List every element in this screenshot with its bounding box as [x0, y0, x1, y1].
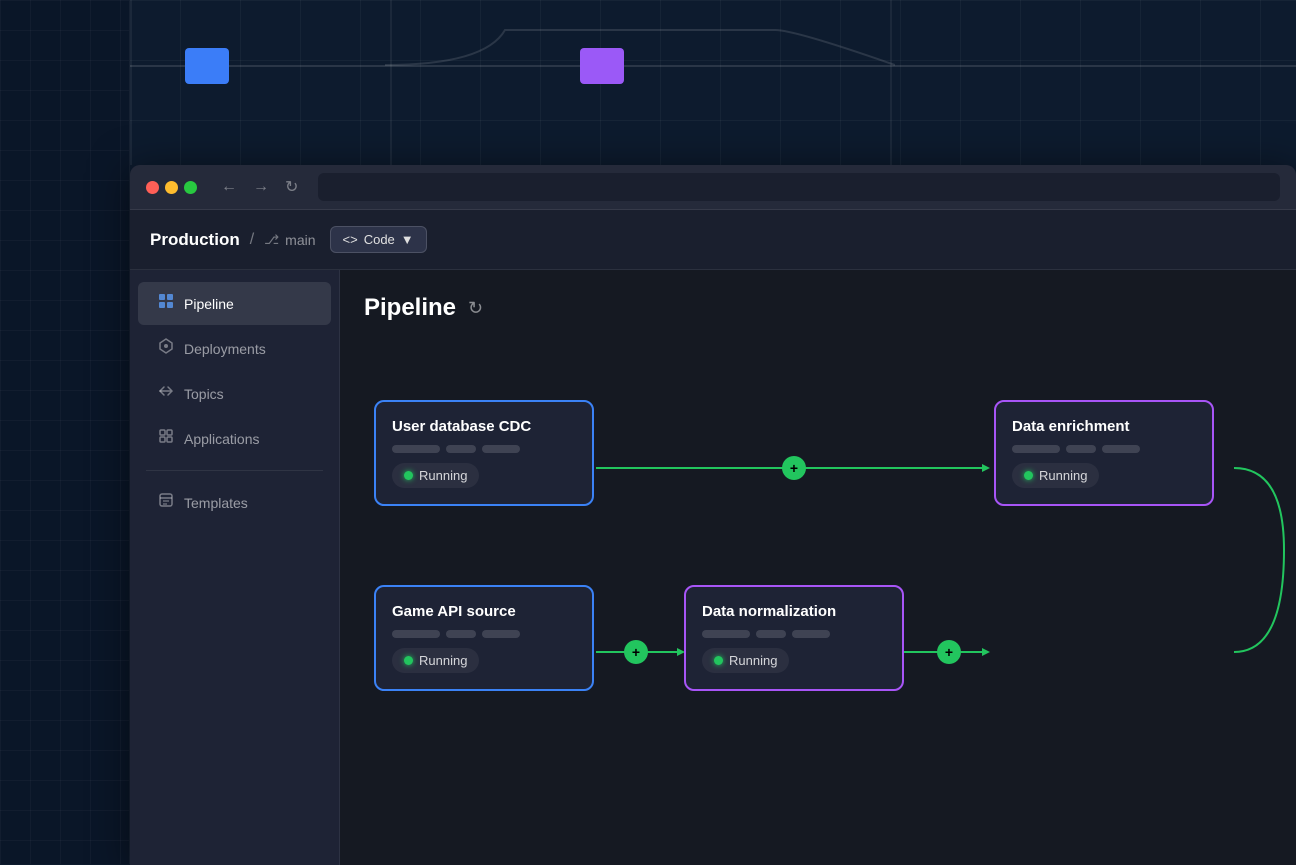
branch-indicator: ⎇ main: [264, 232, 315, 248]
tag-2: [446, 630, 476, 638]
tag-2: [446, 445, 476, 453]
node-game-api-source[interactable]: Game API source Running: [374, 585, 594, 691]
status-dot: [404, 656, 413, 665]
status-text: Running: [1039, 468, 1087, 483]
sidebar-item-deployments[interactable]: Deployments: [138, 327, 331, 370]
status-text: Running: [419, 653, 467, 668]
browser-chrome: ← → ↻: [130, 165, 1296, 210]
sidebar-item-applications[interactable]: Applications: [138, 417, 331, 460]
applications-icon: [158, 428, 174, 449]
tag-1: [392, 445, 440, 453]
top-bar: Production / ⎇ main <> Code ▼: [130, 210, 1296, 270]
address-bar[interactable]: [318, 173, 1280, 201]
status-text: Running: [729, 653, 777, 668]
refresh-button[interactable]: ↻: [468, 298, 483, 319]
status-dot: [1024, 471, 1033, 480]
traffic-lights: [146, 181, 197, 194]
main-content: Pipeline ↻ + +: [340, 270, 1296, 865]
tag-2: [756, 630, 786, 638]
sidebar-item-pipeline[interactable]: Pipeline: [138, 282, 331, 325]
node-title: Game API source: [392, 603, 576, 620]
topics-icon: [158, 383, 174, 404]
tag-2: [1066, 445, 1096, 453]
browser-window: ← → ↻ Production / ⎇ main <> Code ▼: [130, 165, 1296, 865]
add-connector-button-2[interactable]: +: [624, 640, 648, 664]
tag-1: [1012, 445, 1060, 453]
forward-button[interactable]: →: [249, 174, 273, 200]
node-status: Running: [392, 463, 479, 488]
branch-name: main: [285, 232, 315, 248]
background-decoration: [0, 0, 1296, 165]
node-title: Data normalization: [702, 603, 886, 620]
left-sidebar-strip: [0, 0, 130, 864]
tag-1: [392, 630, 440, 638]
node-user-database-cdc[interactable]: User database CDC Running: [374, 400, 594, 506]
node-status: Running: [1012, 463, 1099, 488]
code-icon: <>: [343, 232, 358, 247]
node-tags: [1012, 445, 1196, 453]
code-label: Code: [364, 232, 395, 247]
sidebar: Pipeline Deployments Topics: [130, 270, 340, 865]
add-connector-button-1[interactable]: +: [782, 456, 806, 480]
pipeline-icon: [158, 293, 174, 314]
tag-3: [1102, 445, 1140, 453]
node-tags: [392, 445, 576, 453]
sidebar-item-label: Topics: [184, 386, 224, 402]
status-dot: [714, 656, 723, 665]
pipeline-canvas: + + + User database CDC Running: [364, 350, 1272, 837]
node-tags: [392, 630, 576, 638]
page-title: Pipeline: [364, 294, 456, 322]
sidebar-item-label: Applications: [184, 431, 260, 447]
tag-3: [482, 630, 520, 638]
status-text: Running: [419, 468, 467, 483]
node-status: Running: [702, 648, 789, 673]
status-dot: [404, 471, 413, 480]
sidebar-item-label: Pipeline: [184, 296, 234, 312]
branch-icon: ⎇: [264, 232, 279, 248]
add-connector-button-3[interactable]: +: [937, 640, 961, 664]
bg-blue-node: [185, 48, 229, 84]
sidebar-item-templates[interactable]: Templates: [138, 481, 331, 524]
node-tags: [702, 630, 886, 638]
reload-button[interactable]: ↻: [281, 173, 302, 201]
node-data-normalization[interactable]: Data normalization Running: [684, 585, 904, 691]
browser-navigation: ← → ↻: [217, 173, 302, 201]
sidebar-item-topics[interactable]: Topics: [138, 372, 331, 415]
code-button[interactable]: <> Code ▼: [330, 226, 427, 253]
deployments-icon: [158, 338, 174, 359]
background-curve-svg: [385, 10, 895, 140]
tag-3: [792, 630, 830, 638]
sidebar-item-label: Deployments: [184, 341, 266, 357]
node-data-enrichment[interactable]: Data enrichment Running: [994, 400, 1214, 506]
node-status: Running: [392, 648, 479, 673]
tag-1: [702, 630, 750, 638]
page-title-row: Pipeline ↻: [364, 294, 1272, 322]
sidebar-divider: [146, 470, 323, 471]
close-button[interactable]: [146, 181, 159, 194]
chevron-down-icon: ▼: [401, 232, 414, 247]
breadcrumb-separator: /: [250, 231, 254, 249]
templates-icon: [158, 492, 174, 513]
breadcrumb-production: Production: [150, 230, 240, 250]
maximize-button[interactable]: [184, 181, 197, 194]
node-title: Data enrichment: [1012, 418, 1196, 435]
node-title: User database CDC: [392, 418, 576, 435]
tag-3: [482, 445, 520, 453]
sidebar-item-label: Templates: [184, 495, 248, 511]
bg-purple-node: [580, 48, 624, 84]
minimize-button[interactable]: [165, 181, 178, 194]
back-button[interactable]: ←: [217, 174, 241, 200]
